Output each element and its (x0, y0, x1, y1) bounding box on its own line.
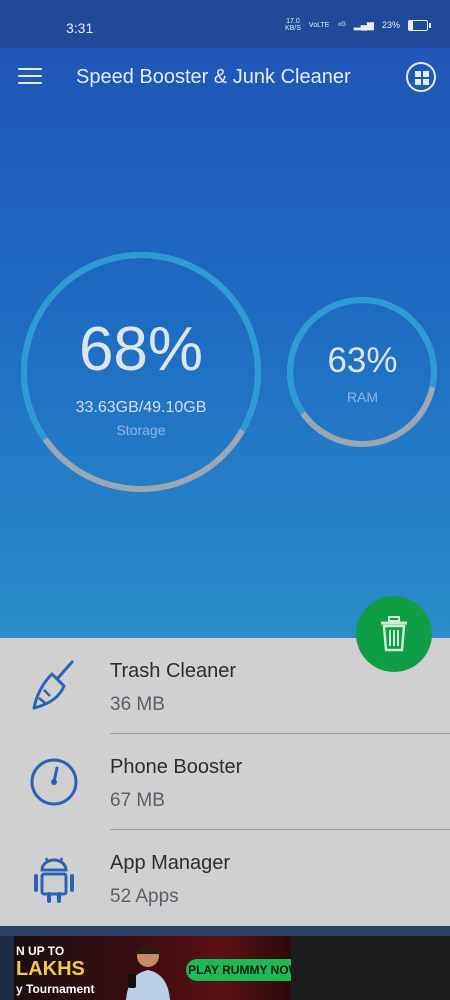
battery-percent: 23% (381, 19, 400, 30)
ad-cta-button[interactable]: PLAY RUMMY NOW (186, 959, 291, 981)
list-item-title: Trash Cleaner (110, 660, 236, 682)
list-item-title: Phone Booster (110, 756, 243, 778)
list-item-phone-booster[interactable]: Phone Booster 67 MB (0, 734, 450, 830)
storage-percent: 68% (78, 315, 204, 384)
ad-person-image (126, 945, 170, 1000)
list-item-title: App Manager (110, 852, 231, 874)
battery-icon (408, 19, 431, 31)
ad-line-3: y Tournament (16, 982, 95, 996)
network-speed: 17.0 KB/S (285, 18, 301, 32)
ram-percent: 63% (327, 341, 398, 380)
trash-icon (381, 616, 407, 652)
hero-panel: Speed Booster & Junk Cleaner 68% 33.63GB… (0, 48, 450, 638)
wifi-signal-icon: ⁴ᴳ (337, 19, 346, 30)
network-speed-value: 17.0 (286, 18, 300, 25)
tools-list: Trash Cleaner 36 MB Phone Booster 67 MB … (0, 638, 450, 926)
network-speed-unit: KB/S (284, 25, 301, 32)
list-item-value: 52 Apps (110, 886, 179, 907)
ad-line-2: LAKHS (16, 958, 85, 980)
cell-signal-icon: ▂▄▆ (353, 19, 374, 30)
android-icon (34, 857, 74, 903)
list-item-app-manager[interactable]: App Manager 52 Apps (0, 830, 450, 926)
ad-side-area (291, 936, 450, 1000)
ad-line-1: N UP TO (16, 944, 65, 958)
volte-icon: VoLTE (308, 21, 330, 29)
clean-fab-button[interactable] (356, 596, 432, 672)
status-icons: 17.0 KB/S VoLTE ⁴ᴳ ▂▄▆ 23% (285, 18, 431, 32)
broom-icon (32, 660, 74, 710)
bottom-strip (0, 926, 450, 936)
list-item-value: 36 MB (110, 694, 165, 715)
ram-label: RAM (346, 389, 379, 405)
status-bar: 3:31 17.0 KB/S VoLTE ⁴ᴳ ▂▄▆ 23% (0, 0, 450, 48)
speedometer-icon (30, 758, 78, 806)
ad-banner[interactable]: N UP TO LAKHS y Tournament PLAY RUMMY NO… (14, 936, 291, 1000)
storage-label: Storage (116, 422, 166, 438)
list-item-value: 67 MB (110, 790, 165, 811)
status-time: 3:31 (66, 20, 94, 36)
storage-amount: 33.63GB/49.10GB (75, 399, 207, 416)
